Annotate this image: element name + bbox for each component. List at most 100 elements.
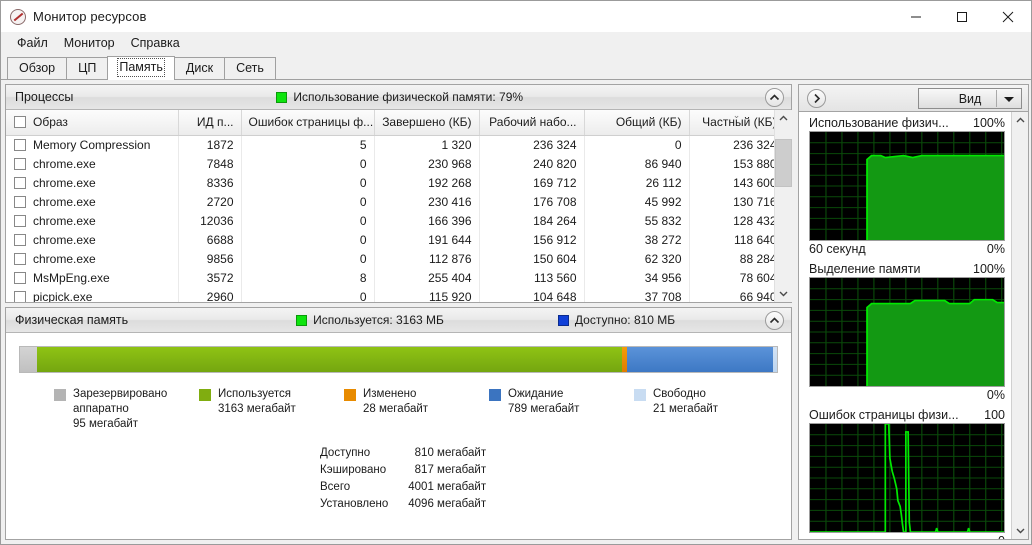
row-checkbox[interactable] [14, 138, 26, 151]
processes-vertical-scrollbar[interactable] [774, 110, 792, 302]
graph-vertical-scrollbar[interactable] [1011, 112, 1028, 539]
cell-faults: 0 [241, 211, 375, 231]
cell-private: 88 284 [689, 249, 774, 269]
cell-image[interactable]: chrome.exe [6, 154, 179, 174]
physical-memory-collapse-button[interactable] [765, 311, 784, 330]
column-header-pid-label: ИД п... [196, 115, 234, 130]
graph-list: Использование физич... 100% 60 секунд 0%… [798, 111, 1029, 540]
row-checkbox[interactable] [14, 233, 26, 246]
cell-pid: 3572 [178, 268, 242, 288]
cell-image[interactable]: chrome.exe [6, 173, 179, 193]
graph-3-footer: 0 [809, 533, 1005, 539]
scroll-up-button[interactable] [774, 110, 792, 127]
cell-image[interactable]: Memory Compression [6, 135, 179, 155]
physical-memory-usage-label: Использование физической памяти: 79% [293, 90, 524, 104]
scroll-down-button[interactable] [774, 285, 792, 302]
cell-image[interactable]: chrome.exe [6, 249, 179, 269]
cell-working-set: 184 264 [479, 211, 585, 231]
tab-memory[interactable]: Память [107, 56, 175, 80]
table-row[interactable]: chrome.exe 8336 0 192 268 169 712 26 112… [6, 173, 774, 193]
row-checkbox[interactable] [14, 271, 26, 284]
minimize-button[interactable] [893, 1, 939, 32]
row-checkbox[interactable] [14, 176, 26, 189]
graph-scroll-up-button[interactable] [1011, 112, 1028, 129]
column-header-shareable[interactable]: Общий (КБ) [584, 110, 690, 136]
cell-private: 66 940 [689, 287, 774, 302]
cell-image[interactable]: chrome.exe [6, 230, 179, 250]
table-row[interactable]: chrome.exe 9856 0 112 876 150 604 62 320… [6, 249, 774, 269]
legend-in-use-label: Используется [218, 388, 291, 400]
cell-image[interactable]: picpick.exe [6, 287, 179, 302]
legend-item-in-use: Используется 3163 мегабайт [199, 387, 344, 432]
tab-overview-label: Обзор [19, 61, 56, 75]
row-checkbox[interactable] [14, 157, 26, 170]
tab-disk[interactable]: Диск [173, 57, 226, 79]
tab-overview[interactable]: Обзор [7, 57, 68, 79]
legend-in-use-value: 3163 мегабайт [218, 403, 296, 415]
standby-swatch-icon [489, 389, 501, 401]
cell-commit: 230 968 [374, 154, 480, 174]
cell-image-label: chrome.exe [33, 232, 96, 247]
cell-image[interactable]: chrome.exe [6, 211, 179, 231]
column-header-image[interactable]: Образ [6, 110, 179, 136]
cell-image[interactable]: MsMpEng.exe [6, 268, 179, 288]
summary-row-installed: Установлено 4096 мегабайт [320, 497, 486, 512]
cell-pid: 1872 [178, 135, 242, 155]
graph-commit-charge: Выделение памяти 100% 0% [809, 262, 1005, 402]
graph-panel-expand-button[interactable] [807, 88, 826, 108]
column-header-working-set[interactable]: Рабочий набо... [479, 110, 585, 136]
cell-pid: 9856 [178, 249, 242, 269]
graph-hard-faults: Ошибок страницы физи... 100 [809, 408, 1005, 539]
graph-scroll-track[interactable] [1011, 129, 1028, 522]
processes-panel-header[interactable]: Процессы Использование физической памяти… [6, 85, 791, 110]
tab-cpu[interactable]: ЦП [66, 57, 109, 79]
row-checkbox[interactable] [14, 195, 26, 208]
column-header-pid[interactable]: ИД п... [178, 110, 242, 136]
table-row[interactable]: chrome.exe 6688 0 191 644 156 912 38 272… [6, 230, 774, 250]
green-swatch-icon [296, 314, 308, 326]
cell-private: 153 880 [689, 154, 774, 174]
column-header-hard-faults[interactable]: Ошибок страницы ф... [241, 110, 375, 136]
cell-image-label: chrome.exe [33, 213, 96, 228]
row-checkbox[interactable] [14, 290, 26, 302]
cell-image[interactable]: chrome.exe [6, 192, 179, 212]
cell-commit: 1 320 [374, 135, 480, 155]
processes-collapse-button[interactable] [765, 88, 784, 107]
left-pane: Процессы Использование физической памяти… [1, 80, 796, 544]
cell-shareable: 86 940 [584, 154, 690, 174]
cell-commit: 230 416 [374, 192, 480, 212]
memory-segment-standby [627, 347, 774, 372]
table-row[interactable]: MsMpEng.exe 3572 8 255 404 113 560 34 95… [6, 268, 774, 288]
menu-item-file[interactable]: Файл [9, 34, 56, 52]
row-checkbox[interactable] [14, 214, 26, 227]
physical-memory-body: Зарезервировано аппаратно 95 мегабайт Ис… [6, 333, 791, 539]
row-checkbox[interactable] [14, 252, 26, 265]
menu-item-help[interactable]: Справка [123, 34, 188, 52]
memory-available-status: Доступно: 810 МБ [557, 313, 675, 327]
window-controls [893, 1, 1031, 32]
table-row[interactable]: chrome.exe 12036 0 166 396 184 264 55 83… [6, 211, 774, 231]
graph-scroll-down-button[interactable] [1011, 522, 1028, 539]
column-header-commit[interactable]: Завершено (КБ) [374, 110, 480, 136]
menu-item-monitor[interactable]: Монитор [56, 34, 123, 52]
select-all-checkbox[interactable] [14, 116, 26, 129]
maximize-button[interactable] [939, 1, 985, 32]
column-header-private[interactable]: ⌄ Частный (КБ) [689, 110, 774, 136]
cell-private: 236 324 [689, 135, 774, 155]
graph-1-time-label: 60 секунд [809, 242, 866, 256]
table-row[interactable]: Memory Compression 1872 5 1 320 236 324 … [6, 135, 774, 155]
graph-1-title: Использование физич... [809, 116, 949, 130]
table-row[interactable]: chrome.exe 7848 0 230 968 240 820 86 940… [6, 154, 774, 174]
graph-1-canvas [809, 131, 1005, 241]
tab-network[interactable]: Сеть [224, 57, 276, 79]
physical-memory-panel-header[interactable]: Физическая память Используется: 3163 МБ … [6, 308, 791, 333]
processes-scroll-thumb[interactable] [774, 139, 792, 187]
table-row[interactable]: chrome.exe 2720 0 230 416 176 708 45 992… [6, 192, 774, 212]
close-button[interactable] [985, 1, 1031, 32]
summary-row-cached: Кэшировано 817 мегабайт [320, 463, 486, 478]
graph-list-inner: Использование физич... 100% 60 секунд 0%… [799, 112, 1011, 539]
view-button[interactable]: Вид [918, 88, 1022, 109]
processes-scroll-track[interactable] [774, 127, 792, 285]
graph-2-plot [810, 278, 1004, 386]
table-row[interactable]: picpick.exe 2960 0 115 920 104 648 37 70… [6, 287, 774, 302]
